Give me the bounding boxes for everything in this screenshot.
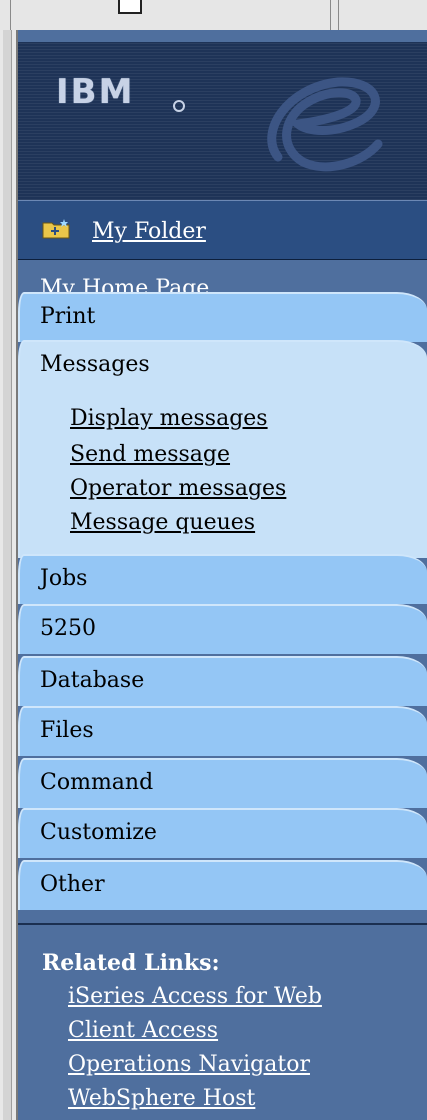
tab-command[interactable]: Command <box>18 758 427 808</box>
tab-messages[interactable]: Messages Display messages Send message O… <box>18 340 427 558</box>
ibm-header-banner: IBM <box>18 42 427 200</box>
frame-divider <box>330 0 331 30</box>
tab-jobs[interactable]: Jobs <box>18 554 427 604</box>
operations-navigator-link[interactable]: Operations Navigator <box>68 1052 310 1077</box>
related-links-heading: Related Links: <box>42 950 220 976</box>
tab-label: Print <box>40 304 96 329</box>
tab-label: Other <box>40 872 105 897</box>
client-access-link[interactable]: Client Access <box>68 1018 218 1043</box>
frame-border[interactable] <box>0 30 18 1120</box>
tab-customize[interactable]: Customize <box>18 808 427 858</box>
e-business-swirl-icon <box>267 77 383 172</box>
iseries-access-link[interactable]: iSeries Access for Web <box>68 984 322 1009</box>
send-message-link[interactable]: Send message <box>70 442 230 467</box>
tab-label: Database <box>40 668 145 693</box>
folder-icon <box>42 219 70 239</box>
tab-label: Command <box>40 770 154 795</box>
frame-divider <box>10 0 11 30</box>
ibm-logo: IBM <box>56 72 135 112</box>
message-queues-link[interactable]: Message queues <box>70 510 255 535</box>
display-messages-link[interactable]: Display messages <box>70 406 268 431</box>
tab-files[interactable]: Files <box>18 706 427 756</box>
websphere-host-link[interactable]: WebSphere Host <box>68 1086 255 1111</box>
my-folder-row: My Folder <box>18 200 427 260</box>
frame-handle-icon <box>118 0 142 14</box>
frame-divider <box>338 0 339 30</box>
tab-label: Jobs <box>40 566 88 591</box>
tab-5250[interactable]: 5250 <box>18 604 427 654</box>
divider <box>18 923 427 925</box>
tab-label: Customize <box>40 820 157 845</box>
navigation-panel: IBM My Folder My Home Page Print Message… <box>18 30 427 1120</box>
tab-label: 5250 <box>40 616 96 641</box>
my-folder-link[interactable]: My Folder <box>92 219 206 244</box>
registered-mark-icon <box>173 100 185 112</box>
tab-label: Messages <box>40 352 150 377</box>
window-chrome-strip <box>0 0 427 31</box>
tab-other[interactable]: Other <box>18 860 427 910</box>
frame-border-inner <box>3 30 12 1120</box>
operator-messages-link[interactable]: Operator messages <box>70 476 286 501</box>
tab-database[interactable]: Database <box>18 656 427 706</box>
tab-print[interactable]: Print <box>18 292 427 342</box>
tab-label: Files <box>40 718 94 743</box>
